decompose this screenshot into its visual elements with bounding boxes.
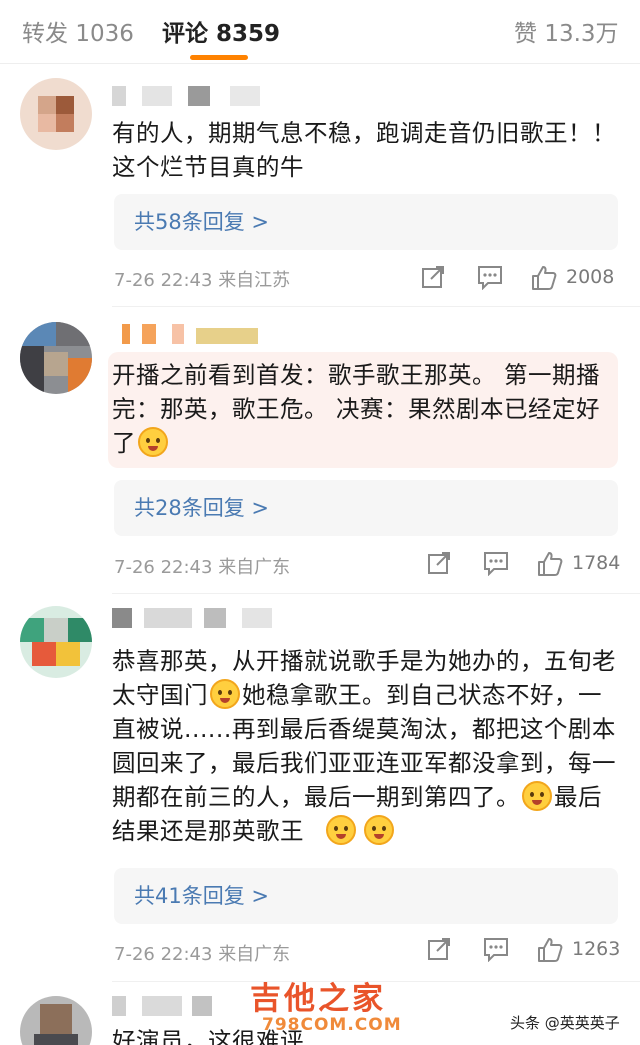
like-icon[interactable] <box>530 264 558 292</box>
comment-time: 7-26 22:43 <box>114 557 213 578</box>
replies-link[interactable]: 共58条回复 > <box>114 194 618 250</box>
comment-text: 开播之前看到首发：歌手歌王那英。 第一期播完：那英，歌王危。 决赛：果然剧本已经… <box>108 352 618 468</box>
like-icon[interactable] <box>536 936 564 964</box>
tab-likes[interactable]: 赞 13.3万 <box>514 14 619 48</box>
dizzy-face-emoji-icon <box>522 781 552 811</box>
comment-text: 有的人，期期气息不稳，跑调走音仍旧歌王！！这个烂节目真的牛 <box>112 119 616 181</box>
comment-time: 7-26 22:43 <box>114 270 213 291</box>
like-icon[interactable] <box>536 550 564 578</box>
avatar[interactable] <box>20 606 92 678</box>
share-icon[interactable] <box>426 550 452 576</box>
crying-face-emoji-icon <box>138 427 168 457</box>
tab-comments-count: 8359 <box>216 21 281 47</box>
comment-time: 7-26 22:43 <box>114 944 213 965</box>
heart-eyes-emoji-icon <box>325 815 356 845</box>
share-icon[interactable] <box>426 936 452 962</box>
watermark-brand: 吉他之家 <box>250 981 386 1017</box>
comment-actions: 1784 <box>420 550 620 578</box>
tab-comments-label: 评论 <box>162 21 208 47</box>
tab-likes-label: 赞 <box>514 21 537 47</box>
comment-meta: 7-26 22:43 来自广东 <box>114 940 290 966</box>
tab-comments[interactable]: 评论 8359 <box>162 14 280 48</box>
comment-meta: 7-26 22:43 来自江苏 <box>114 266 290 292</box>
comment-icon[interactable] <box>482 936 510 962</box>
avatar[interactable] <box>20 322 92 394</box>
comment-tabs: 转发 1036 评论 8359 赞 13.3万 <box>0 0 640 64</box>
like-count: 1784 <box>572 552 621 574</box>
active-tab-indicator <box>190 55 248 60</box>
tab-reposts-label: 转发 <box>22 21 68 47</box>
replies-link[interactable]: 共28条回复 > <box>114 480 618 536</box>
comment-source: 来自广东 <box>218 944 291 965</box>
comment-actions: 1263 <box>420 936 620 964</box>
comment-icon[interactable] <box>476 264 504 290</box>
like-count: 1263 <box>572 938 621 960</box>
avatar[interactable] <box>20 78 92 150</box>
comment-icon[interactable] <box>482 550 510 576</box>
heart-eyes-emoji-icon <box>363 815 394 845</box>
comment-actions: 2008 <box>420 264 620 292</box>
tab-reposts[interactable]: 转发 1036 <box>22 14 134 48</box>
comment-text: 恭喜那英，从开播就说歌手是为她办的，五旬老太守国门 她稳拿歌王。到自己状态不好，一… <box>112 644 620 848</box>
divider <box>112 306 640 307</box>
watermark-author: 头条 @英英英子 <box>510 1014 620 1032</box>
comment-text-body: 开播之前看到首发：歌手歌王那英。 第一期播完：那英，歌王危。 决赛：果然剧本已经… <box>112 361 600 457</box>
tears-of-joy-emoji-icon <box>210 679 240 709</box>
avatar[interactable] <box>20 996 92 1045</box>
tab-reposts-count: 1036 <box>75 21 134 47</box>
share-icon[interactable] <box>420 264 446 290</box>
divider <box>112 593 640 594</box>
comment-source: 来自江苏 <box>218 270 291 291</box>
replies-link[interactable]: 共41条回复 > <box>114 868 618 924</box>
watermark-site: 798COM.COM <box>262 1015 402 1035</box>
tab-likes-count: 13.3万 <box>544 21 619 47</box>
comment-meta: 7-26 22:43 来自广东 <box>114 553 290 579</box>
comment-source: 来自广东 <box>218 557 291 578</box>
like-count: 2008 <box>566 266 615 288</box>
